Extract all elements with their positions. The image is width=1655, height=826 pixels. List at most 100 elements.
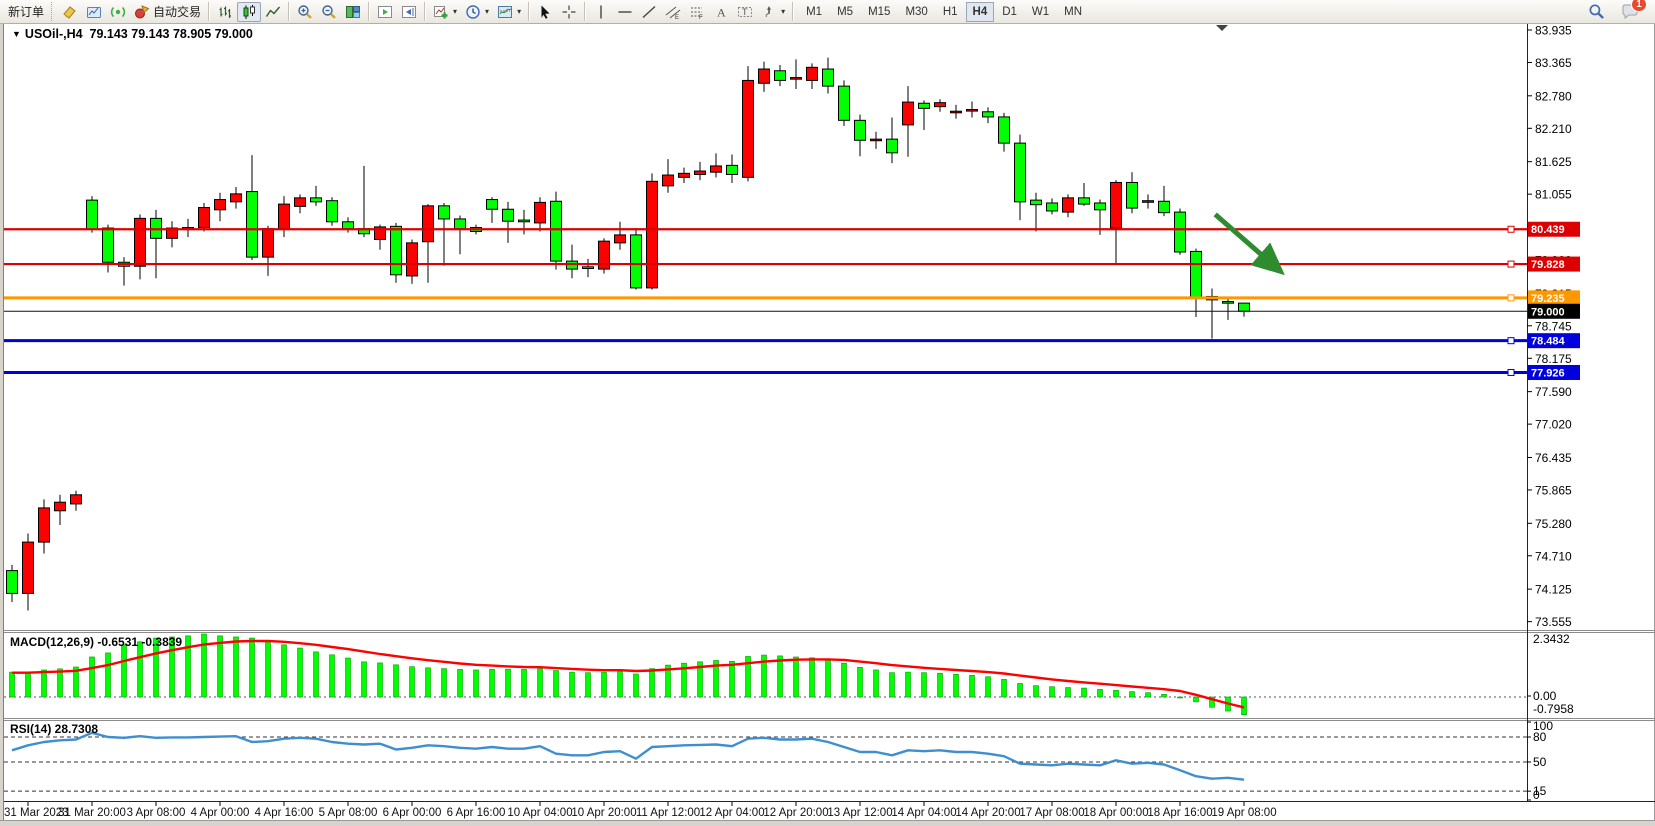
template-menu-button[interactable]: ▾: [493, 2, 525, 22]
search-icon: [1588, 3, 1605, 20]
metaeditor-button[interactable]: [58, 2, 82, 22]
timeframe-m15[interactable]: M15: [861, 2, 897, 22]
toolbar-grip: [51, 2, 55, 21]
dropdown-caret: ▾: [453, 7, 457, 16]
timeframe-h4[interactable]: H4: [966, 2, 995, 22]
time-label: 12 Apr 20:00: [763, 807, 828, 819]
zoom-in-button[interactable]: [293, 2, 317, 22]
line-handle[interactable]: [1508, 295, 1514, 301]
channel-tool-button[interactable]: E: [661, 2, 685, 22]
timeframe-m30[interactable]: M30: [898, 2, 934, 22]
equidistant-channel-icon: E: [665, 4, 681, 20]
arrows-tool-button[interactable]: ▾: [757, 2, 789, 22]
candle: [631, 235, 642, 288]
candle: [1159, 201, 1170, 212]
timeframe-m1[interactable]: M1: [799, 2, 829, 22]
tile-windows-button[interactable]: [341, 2, 365, 22]
candle: [439, 206, 450, 219]
fibonacci-tool-button[interactable]: F: [685, 2, 709, 22]
toolbar: 新订单 自动交易 ▾ ▾ ▾ E F A T ▾ M1M5M15M30H1H4D…: [0, 0, 1655, 24]
time-label: 3 Apr 08:00: [127, 807, 186, 819]
price-tick-label: 82.780: [1535, 89, 1572, 103]
svg-text:E: E: [675, 15, 679, 20]
candle: [1127, 182, 1138, 208]
candle: [759, 69, 770, 83]
candle: [1079, 198, 1090, 204]
price-tick-label: 76.435: [1535, 451, 1572, 465]
price-tick-label: 75.280: [1535, 517, 1572, 531]
time-label: 14 Apr 04:00: [891, 807, 956, 819]
svg-text:0: 0: [1533, 788, 1540, 802]
candle: [983, 112, 994, 117]
price-tick-label: 81.625: [1535, 155, 1572, 169]
arrows-shapes-icon: [761, 4, 777, 20]
line-handle[interactable]: [1508, 261, 1514, 267]
chart-shift-button[interactable]: [397, 2, 421, 22]
candle: [679, 173, 690, 177]
cursor-tool-button[interactable]: [533, 2, 557, 22]
fibonacci-icon: F: [689, 4, 705, 20]
new-order-button[interactable]: 新订单: [4, 2, 48, 22]
candle: [295, 198, 306, 207]
timeframe-mn[interactable]: MN: [1057, 2, 1089, 22]
chart-canvas[interactable]: 83.93583.36582.78082.21081.62581.05580.4…: [0, 0, 1655, 826]
trendline-icon: [641, 4, 657, 20]
line-chart-mode-button[interactable]: [261, 2, 285, 22]
svg-text:79.828: 79.828: [1531, 259, 1565, 271]
timeframe-w1[interactable]: W1: [1025, 2, 1056, 22]
candle: [327, 201, 338, 222]
candle: [823, 69, 834, 86]
search-button[interactable]: [1584, 2, 1609, 22]
price-tick-label: 81.055: [1535, 188, 1572, 202]
vertical-line-tool-button[interactable]: [589, 2, 613, 22]
timeframe-h1[interactable]: H1: [936, 2, 965, 22]
auto-scroll-button[interactable]: [373, 2, 397, 22]
timeframe-d1[interactable]: D1: [995, 2, 1024, 22]
candle: [535, 202, 546, 223]
auto-trading-icon: [134, 4, 150, 20]
line-handle[interactable]: [1508, 226, 1514, 232]
timeframe-m5[interactable]: M5: [830, 2, 860, 22]
candle: [647, 181, 658, 288]
ohlc-values: 79.143 79.143 78.905 79.000: [90, 27, 253, 41]
time-label: 17 Apr 08:00: [1019, 807, 1084, 819]
price-tick-label: 75.865: [1535, 483, 1572, 497]
price-tick-label: 83.365: [1535, 56, 1572, 70]
period-menu-button[interactable]: ▾: [461, 2, 493, 22]
signals-button[interactable]: [106, 2, 130, 22]
market-watch-button[interactable]: [82, 2, 106, 22]
time-label: 18 Apr 00:00: [1083, 807, 1148, 819]
svg-text:A: A: [717, 5, 726, 19]
auto-trading-button[interactable]: 自动交易: [130, 2, 205, 22]
horizontal-line-tool-button[interactable]: [613, 2, 637, 22]
chart-window-background: [3, 23, 1654, 821]
text-label-tool-button[interactable]: T: [733, 2, 757, 22]
bar-chart-mode-button[interactable]: [213, 2, 237, 22]
text-tool-button[interactable]: A: [709, 2, 733, 22]
rsi-indicator-label: RSI(14) 28.7308: [10, 722, 98, 736]
line-handle[interactable]: [1508, 369, 1514, 375]
macd-indicator-label: MACD(12,26,9) -0.6531 -0.3839: [10, 635, 182, 649]
candle: [503, 209, 514, 221]
price-tick-label: 74.710: [1535, 549, 1572, 563]
crosshair-tool-button[interactable]: [557, 2, 581, 22]
zoom-out-button[interactable]: [317, 2, 341, 22]
add-indicator-button[interactable]: ▾: [429, 2, 461, 22]
line-handle[interactable]: [1508, 338, 1514, 344]
candle: [1111, 182, 1122, 228]
candle: [391, 226, 402, 274]
candle: [1223, 302, 1234, 304]
line-chart-icon: [265, 4, 281, 20]
dropdown-caret: ▾: [485, 7, 489, 16]
ohlc-dropdown-triangle[interactable]: ▼: [12, 29, 21, 39]
svg-text:F: F: [699, 15, 703, 20]
svg-text:77.926: 77.926: [1531, 367, 1565, 379]
notifications-button[interactable]: 1: [1621, 3, 1639, 20]
candlestick-mode-button[interactable]: [237, 2, 261, 22]
candle: [279, 204, 290, 229]
svg-text:50: 50: [1533, 755, 1547, 769]
vertical-line-icon: [593, 4, 609, 20]
trendline-tool-button[interactable]: [637, 2, 661, 22]
candlestick-icon: [241, 4, 257, 20]
candle: [71, 495, 82, 504]
